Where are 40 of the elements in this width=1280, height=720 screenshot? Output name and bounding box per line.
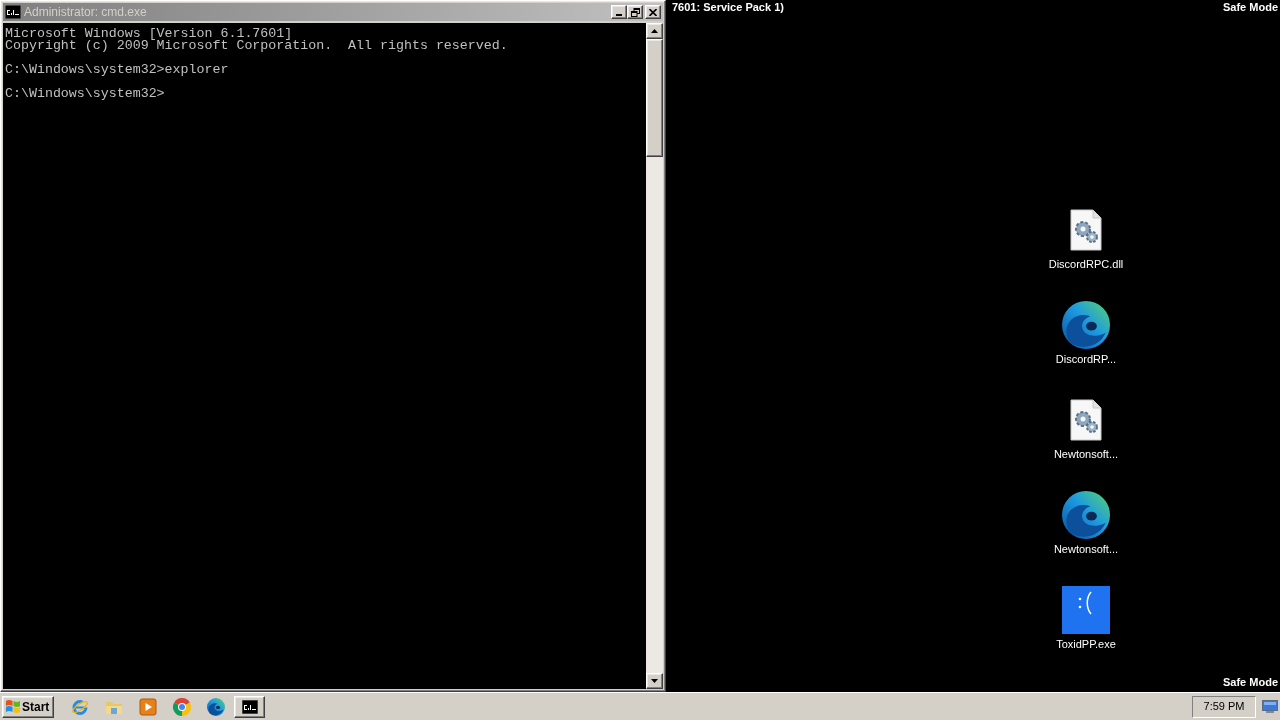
desktop-shortcut[interactable]: DiscordRP... [1036,301,1136,366]
safe-mode-text: Safe Mode [1223,1,1278,14]
minimize-button[interactable] [611,5,627,19]
restore-button[interactable] [627,5,643,19]
gear-file-icon [1070,399,1102,441]
caret-down-icon [651,679,658,683]
scrollbar-thumb[interactable] [646,39,663,157]
wave-logo-icon [1062,491,1110,539]
play-icon[interactable] [139,697,157,716]
console-icon [241,699,258,714]
desktop-shortcut[interactable]: DiscordRPC.dll [1036,206,1136,271]
close-icon [649,8,657,16]
console-icon [5,5,21,19]
console-line: Microsoft Windows [Version 6.1.7601] [5,28,293,40]
taskbar-button[interactable] [234,695,265,718]
console-line: C:\Windows\system32> [5,88,165,100]
console-line: Copyright (c) 2009 Microsoft Corporation. All rights reserved. [5,40,508,52]
minimize-icon [616,14,622,16]
scrollbar[interactable] [646,23,663,689]
gear-file-icon [1070,209,1102,251]
sad-face-icon [1062,586,1110,634]
clock[interactable]: 7:59 PM [1203,698,1245,715]
wave-logo-icon[interactable] [207,697,225,716]
monitor-icon[interactable] [1262,700,1278,713]
scroll-down-button[interactable] [646,673,663,689]
desktop-shortcut[interactable]: Newtonsoft... [1036,491,1136,556]
flag-icon [5,699,21,714]
desktop-info-text: 7601: Service Pack 1) [672,1,784,14]
close-button[interactable] [645,5,661,19]
desktop-shortcut[interactable]: Newtonsoft... [1036,396,1136,461]
desktop-shortcut[interactable]: ToxidPP.exe [1036,586,1136,651]
safe-mode-text: Safe Mode [1223,676,1278,689]
window-title: Administrator: cmd.exe [24,4,147,20]
ring-logo-icon[interactable] [173,697,191,716]
start-button[interactable]: Start [2,695,54,718]
wave-logo-icon [1062,301,1110,349]
console-line: C:\Windows\system32>explorer [5,64,229,76]
scroll-up-button[interactable] [646,23,663,39]
caret-up-icon [651,29,658,33]
restore-icon [630,7,640,17]
